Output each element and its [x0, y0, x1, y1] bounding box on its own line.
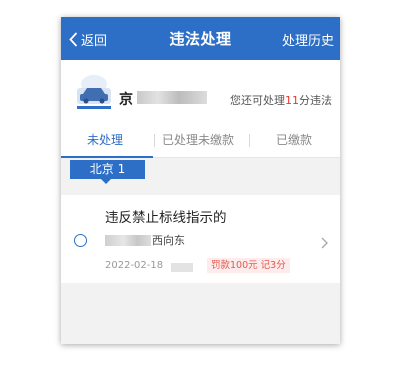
plate-prefix: 京 — [119, 92, 133, 108]
violation-card[interactable]: 违反禁止标线指示的 西向东 2022-02-18 罚款100元 记3分 — [61, 195, 340, 283]
status-tabs: 未处理 已处理未缴款 已缴款 — [61, 123, 340, 158]
top-nav-bar: 返回 违法处理 处理历史 — [61, 17, 340, 60]
history-button[interactable]: 处理历史 — [282, 30, 334, 49]
tab-paid[interactable]: 已缴款 — [276, 131, 312, 148]
location-redacted — [105, 235, 151, 246]
tab-divider — [249, 134, 250, 147]
violation-date: 2022-02-18 — [105, 260, 164, 271]
remaining-points-suffix: 分违法 — [299, 94, 332, 107]
time-redacted — [171, 263, 193, 272]
tab-processed-unpaid[interactable]: 已处理未缴款 — [162, 131, 234, 148]
city-tag-pointer — [101, 179, 111, 184]
phone-screen: 返回 违法处理 处理历史 京 您还可处理11分违法 未处理 已处理未缴款 已缴款 — [61, 17, 340, 344]
tab-divider — [154, 134, 155, 147]
violation-location: 西向东 — [152, 234, 185, 247]
back-label: 返回 — [81, 33, 108, 49]
chevron-left-icon — [69, 31, 78, 47]
remaining-points-value: 11 — [285, 94, 299, 107]
penalty-badge: 罚款100元 记3分 — [207, 258, 290, 273]
tab-unprocessed[interactable]: 未处理 — [87, 131, 123, 148]
city-tag: 北京 1 — [70, 160, 145, 179]
active-tab-indicator — [61, 156, 153, 158]
remaining-points-prefix: 您还可处理 — [230, 94, 285, 107]
plate-number-redacted — [137, 91, 207, 104]
select-radio[interactable] — [74, 234, 87, 247]
back-button[interactable]: 返回 — [69, 29, 107, 49]
chevron-right-icon — [321, 234, 328, 253]
remaining-points: 您还可处理11分违法 — [230, 92, 332, 108]
vehicle-info: 京 您还可处理11分违法 — [61, 60, 340, 123]
car-icon — [74, 74, 114, 112]
violation-title: 违反禁止标线指示的 — [105, 210, 227, 226]
